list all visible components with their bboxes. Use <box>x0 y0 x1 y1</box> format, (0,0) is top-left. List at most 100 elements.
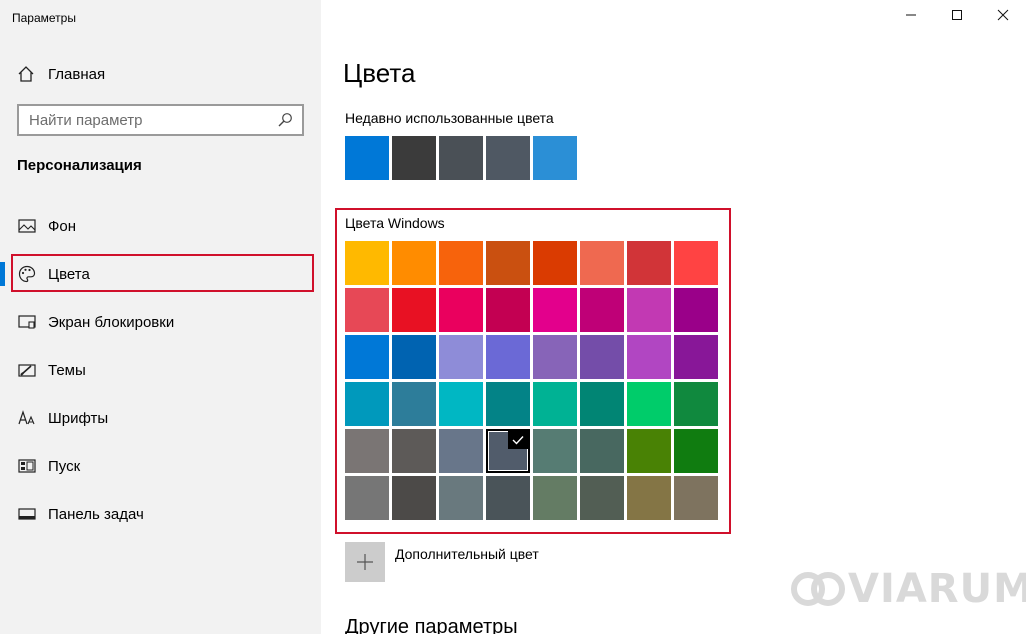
color-swatch[interactable] <box>345 241 389 285</box>
color-swatch[interactable] <box>345 288 389 332</box>
search-box[interactable] <box>17 104 304 136</box>
sidebar-item-label: Пуск <box>48 457 81 475</box>
color-swatch[interactable] <box>345 335 389 379</box>
color-swatch[interactable] <box>533 382 577 426</box>
color-swatch[interactable] <box>580 241 624 285</box>
sidebar-item-background[interactable]: Фон <box>0 202 321 250</box>
color-swatch[interactable] <box>439 288 483 332</box>
color-swatch[interactable] <box>439 429 483 473</box>
custom-color-label: Дополнительный цвет <box>395 546 539 562</box>
color-swatch[interactable] <box>392 288 436 332</box>
sidebar-item-lock-screen[interactable]: Экран блокировки <box>0 298 321 346</box>
home-label: Главная <box>48 65 106 83</box>
maximize-icon <box>951 8 963 26</box>
custom-color-button[interactable]: Дополнительный цвет <box>345 542 539 582</box>
color-swatch[interactable] <box>674 288 718 332</box>
color-swatch[interactable] <box>627 429 671 473</box>
color-swatch[interactable] <box>627 335 671 379</box>
themes-icon <box>17 360 37 380</box>
color-swatch[interactable] <box>674 476 718 520</box>
recent-color-swatch[interactable] <box>486 136 530 180</box>
window-title: Параметры <box>12 11 76 25</box>
home-icon <box>16 64 36 84</box>
color-swatch[interactable] <box>627 382 671 426</box>
color-swatch[interactable] <box>486 476 530 520</box>
color-swatch[interactable] <box>439 382 483 426</box>
color-swatch[interactable] <box>627 241 671 285</box>
color-swatch[interactable] <box>345 382 389 426</box>
color-swatch[interactable] <box>486 288 530 332</box>
color-swatch[interactable] <box>392 476 436 520</box>
sidebar-item-label: Темы <box>48 361 86 379</box>
color-swatch[interactable] <box>674 241 718 285</box>
home-link[interactable]: Главная <box>16 62 105 86</box>
taskbar-icon <box>17 504 37 524</box>
close-button[interactable] <box>980 0 1026 34</box>
color-swatch[interactable] <box>580 429 624 473</box>
recent-color-swatch[interactable] <box>533 136 577 180</box>
maximize-button[interactable] <box>934 0 980 34</box>
color-swatch[interactable] <box>486 335 530 379</box>
color-swatch[interactable] <box>392 335 436 379</box>
start-icon <box>17 456 37 476</box>
color-swatch[interactable] <box>486 241 530 285</box>
section-title: Персонализация <box>17 157 142 174</box>
sidebar-item-label: Фон <box>48 217 77 235</box>
sidebar-item-start[interactable]: Пуск <box>0 442 321 490</box>
color-swatch[interactable] <box>439 241 483 285</box>
color-swatch[interactable] <box>345 476 389 520</box>
watermark-logo-icon <box>790 568 846 610</box>
search-input[interactable] <box>29 111 276 129</box>
color-swatch[interactable] <box>533 476 577 520</box>
color-swatch[interactable] <box>439 335 483 379</box>
color-swatch[interactable] <box>486 382 530 426</box>
color-swatch-selected[interactable] <box>486 429 530 473</box>
lock-screen-icon <box>17 312 37 332</box>
color-swatch[interactable] <box>345 429 389 473</box>
minimize-icon <box>905 8 917 26</box>
checkmark-icon <box>508 431 528 449</box>
recent-color-swatch[interactable] <box>439 136 483 180</box>
color-swatch[interactable] <box>533 288 577 332</box>
color-swatch[interactable] <box>674 335 718 379</box>
page-title: Цвета <box>343 58 416 88</box>
color-swatch[interactable] <box>674 382 718 426</box>
color-swatch[interactable] <box>580 335 624 379</box>
color-swatch[interactable] <box>533 429 577 473</box>
recent-color-swatch[interactable] <box>392 136 436 180</box>
recent-colors-label: Недавно использованные цвета <box>345 110 554 126</box>
recent-colors <box>345 136 577 180</box>
color-swatch[interactable] <box>580 476 624 520</box>
minimize-button[interactable] <box>888 0 934 34</box>
highlight-frame-colors <box>11 254 314 292</box>
recent-color-swatch[interactable] <box>345 136 389 180</box>
color-swatch[interactable] <box>533 335 577 379</box>
sidebar-item-label: Панель задач <box>48 505 144 523</box>
color-swatch[interactable] <box>580 288 624 332</box>
search-icon[interactable] <box>276 111 294 129</box>
color-swatch[interactable] <box>392 429 436 473</box>
image-icon <box>17 216 37 236</box>
color-swatch[interactable] <box>674 429 718 473</box>
sidebar-item-taskbar[interactable]: Панель задач <box>0 490 321 538</box>
sidebar: Параметры Главная Персонализация Фон Цве… <box>0 0 321 634</box>
fonts-icon <box>17 408 37 428</box>
windows-colors-label: Цвета Windows <box>345 215 445 231</box>
windows-colors-grid <box>345 241 718 520</box>
sidebar-item-fonts[interactable]: Шрифты <box>0 394 321 442</box>
sidebar-item-themes[interactable]: Темы <box>0 346 321 394</box>
color-swatch[interactable] <box>392 382 436 426</box>
color-swatch[interactable] <box>533 241 577 285</box>
color-swatch[interactable] <box>439 476 483 520</box>
color-swatch[interactable] <box>392 241 436 285</box>
color-swatch[interactable] <box>627 288 671 332</box>
sidebar-item-label: Экран блокировки <box>48 313 175 331</box>
sidebar-item-label: Шрифты <box>48 409 109 427</box>
plus-icon <box>345 542 385 582</box>
color-swatch[interactable] <box>627 476 671 520</box>
sidebar-nav: Фон Цвета Экран блокировки Темы Шрифты П… <box>0 202 321 538</box>
other-params-heading: Другие параметры <box>345 616 518 634</box>
watermark: VIARUM <box>790 566 1026 612</box>
color-swatch[interactable] <box>580 382 624 426</box>
watermark-text: VIARUM <box>848 566 1026 612</box>
